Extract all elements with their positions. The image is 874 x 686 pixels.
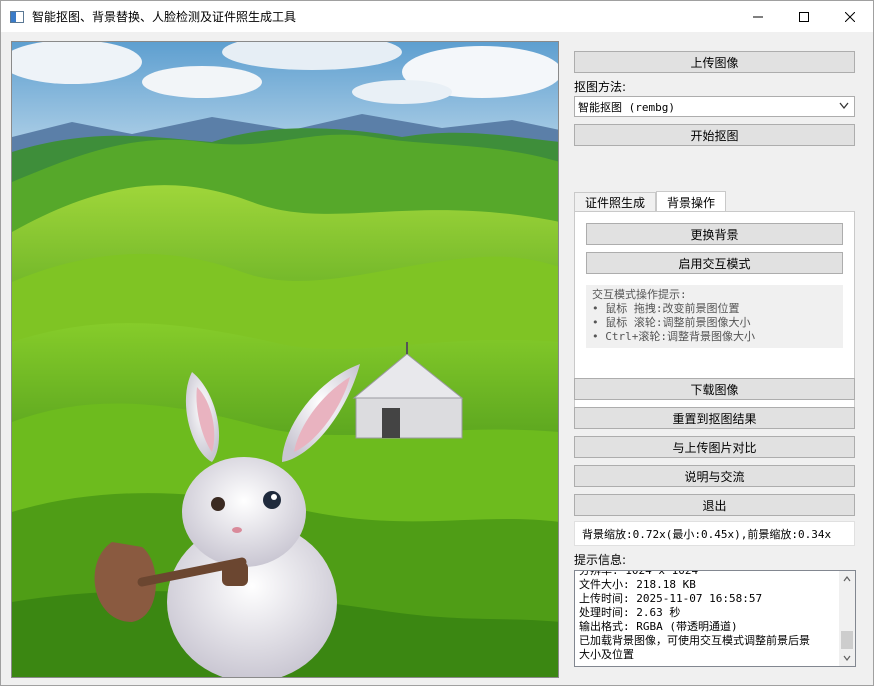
scroll-up-button[interactable] [839,571,855,587]
chevron-down-icon [843,655,851,661]
reset-button[interactable]: 重置到抠图结果 [574,407,855,429]
zoom-status: 背景缩放:0.72x(最小:0.45x),前景缩放:0.34x [574,521,855,546]
log-line: 文件大小: 218.18 KB [579,578,696,591]
interactive-mode-button[interactable]: 启用交互模式 [586,252,843,274]
log-textarea[interactable]: 分辨率: 1024 x 1024 文件大小: 218.18 KB 上传时间: 2… [574,570,856,667]
tab-background[interactable]: 背景操作 [656,191,727,212]
tab-id-photo[interactable]: 证件照生成 [574,192,657,212]
method-label: 抠图方法: [574,80,627,94]
log-label: 提示信息: [574,553,627,567]
hint-line: • 鼠标 拖拽:改变前景图位置 [592,302,740,315]
scroll-down-button[interactable] [839,650,855,666]
hint-line: 交互模式操作提示: [592,288,687,301]
log-line: 上传时间: 2025-11-07 16:58:57 [579,592,763,605]
hint-line: • Ctrl+滚轮:调整背景图像大小 [592,330,755,343]
close-icon [845,11,855,22]
log-line: 输出格式: RGBA (带透明通道) [579,620,738,633]
interactive-hint: 交互模式操作提示: • 鼠标 拖拽:改变前景图位置 • 鼠标 滚轮:调整前景图像… [586,285,843,348]
window-title: 智能抠图、背景替换、人脸检测及证件照生成工具 [32,10,297,24]
close-button[interactable] [827,1,873,32]
maximize-icon [799,11,809,22]
start-matting-button[interactable]: 开始抠图 [574,124,855,146]
log-scrollbar[interactable] [839,571,855,666]
maximize-button[interactable] [781,1,827,32]
title-bar[interactable]: 智能抠图、背景替换、人脸检测及证件照生成工具 [1,1,873,32]
window-controls [735,1,873,32]
minimize-icon [753,16,763,17]
log-content: 分辨率: 1024 x 1024 文件大小: 218.18 KB 上传时间: 2… [579,570,839,662]
app-window: 智能抠图、背景替换、人脸检测及证件照生成工具 上传图像 抠图方法: 智能抠图 (… [0,0,874,686]
download-image-button[interactable]: 下载图像 [574,378,855,400]
log-line: 分辨率: 1024 x 1024 [579,570,699,577]
method-select[interactable]: 智能抠图 (rembg) [574,96,855,117]
app-icon [10,10,24,23]
tab-bar: 证件照生成 背景操作 [574,191,727,212]
minimize-button[interactable] [735,1,781,32]
compare-button[interactable]: 与上传图片对比 [574,436,855,458]
log-line: 已加载背景图像，可使用交互模式调整前景后景 [579,634,810,647]
log-line: 大小及位置 [579,648,634,661]
chevron-down-icon [839,102,849,110]
scroll-thumb[interactable] [841,631,853,649]
exit-button[interactable]: 退出 [574,494,855,516]
help-button[interactable]: 说明与交流 [574,465,855,487]
method-select-value: 智能抠图 (rembg) [578,100,675,114]
log-line: 处理时间: 2.63 秒 [579,606,681,619]
replace-background-button[interactable]: 更换背景 [586,223,843,245]
composited-image [12,42,558,677]
upload-image-button[interactable]: 上传图像 [574,51,855,73]
hint-line: • 鼠标 滚轮:调整前景图像大小 [592,316,751,329]
image-preview[interactable] [11,41,559,678]
chevron-up-icon [843,576,851,582]
